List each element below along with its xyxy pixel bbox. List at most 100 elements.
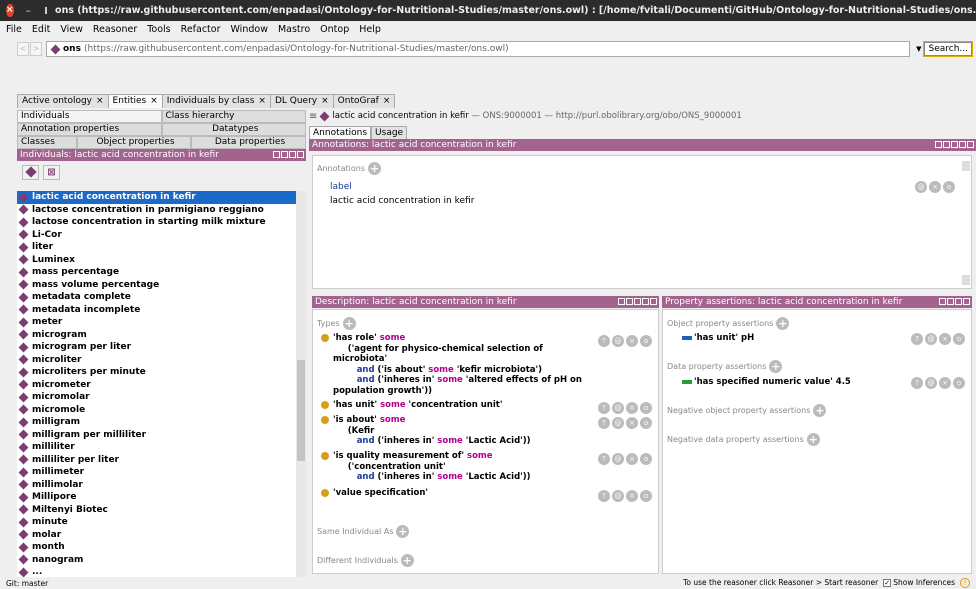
list-item[interactable]: meter: [17, 316, 296, 329]
list-item[interactable]: milliliter: [17, 441, 296, 454]
list-item[interactable]: metadata incomplete: [17, 304, 296, 317]
maximize-button[interactable]: [45, 7, 48, 14]
delete-button[interactable]: ×: [626, 417, 638, 429]
explain-button[interactable]: ?: [911, 377, 923, 389]
type-axiom[interactable]: 'has unit' some 'concentration unit': [321, 400, 502, 411]
menu-window[interactable]: Window: [231, 24, 268, 35]
tab-usage[interactable]: Usage: [371, 126, 408, 139]
delete-button[interactable]: ×: [939, 333, 951, 345]
menu-icon[interactable]: ≡: [309, 111, 317, 122]
list-item[interactable]: microgram per liter: [17, 341, 296, 354]
data-property-assertion[interactable]: 'has specified numeric value' 4.5: [682, 377, 851, 388]
annotate-button[interactable]: @: [612, 453, 624, 465]
annotate-button[interactable]: @: [612, 335, 624, 347]
tab-dl-query[interactable]: DL Query ×: [269, 94, 334, 108]
close-icon[interactable]: ×: [96, 96, 104, 106]
list-item[interactable]: Luminex: [17, 254, 296, 267]
explain-button[interactable]: ?: [598, 335, 610, 347]
delete-button[interactable]: ×: [626, 402, 638, 414]
tab-active-ontology[interactable]: Active ontology ×: [17, 94, 109, 108]
edit-button[interactable]: o: [953, 333, 965, 345]
scroll-thumb[interactable]: [297, 360, 305, 461]
annotate-button[interactable]: @: [925, 377, 937, 389]
explain-button[interactable]: ?: [598, 402, 610, 414]
list-item[interactable]: mass percentage: [17, 266, 296, 279]
add-same-individual-button[interactable]: +: [396, 525, 410, 538]
add-data-property-button[interactable]: +: [769, 360, 783, 373]
list-item[interactable]: Li-Cor: [17, 229, 296, 242]
close-icon[interactable]: ×: [258, 96, 266, 106]
list-item[interactable]: lactic acid concentration in kefir: [17, 191, 296, 204]
list-item[interactable]: millimolar: [17, 479, 296, 492]
add-object-property-button[interactable]: +: [776, 317, 790, 330]
list-item[interactable]: liter: [17, 241, 296, 254]
tab-datatypes[interactable]: Datatypes: [161, 123, 306, 136]
list-item[interactable]: mass volume percentage: [17, 279, 296, 292]
list-item[interactable]: milligram per milliliter: [17, 429, 296, 442]
tab-data-properties[interactable]: Data properties: [191, 136, 306, 149]
close-icon[interactable]: ×: [321, 96, 329, 106]
tab-ontograf[interactable]: OntoGraf ×: [332, 94, 396, 108]
list-item[interactable]: metadata complete: [17, 291, 296, 304]
list-item[interactable]: micrometer: [17, 379, 296, 392]
delete-button[interactable]: ×: [626, 453, 638, 465]
forward-button[interactable]: >: [30, 42, 42, 56]
type-axiom[interactable]: 'is about' some (Kefir and ('inheres in'…: [321, 415, 531, 447]
annotation-property[interactable]: label: [330, 182, 352, 192]
add-different-individual-button[interactable]: +: [400, 554, 414, 567]
annotate-button[interactable]: @: [915, 181, 927, 193]
list-item[interactable]: microliter: [17, 354, 296, 367]
tab-class-hierarchy[interactable]: Class hierarchy: [161, 110, 306, 123]
type-axiom[interactable]: 'has role' some ('agent for physico-chem…: [321, 333, 582, 396]
explain-button[interactable]: ?: [598, 417, 610, 429]
search-button[interactable]: Search...: [924, 42, 972, 56]
list-item[interactable]: milligram: [17, 416, 296, 429]
view-controls[interactable]: [618, 296, 657, 308]
edit-button[interactable]: o: [640, 402, 652, 414]
list-item[interactable]: micromole: [17, 404, 296, 417]
close-icon[interactable]: ×: [383, 96, 391, 106]
list-item[interactable]: Millipore: [17, 491, 296, 504]
menu-edit[interactable]: Edit: [32, 24, 50, 35]
edit-button[interactable]: o: [640, 453, 652, 465]
close-icon[interactable]: ×: [150, 96, 158, 106]
edit-button[interactable]: o: [640, 335, 652, 347]
view-controls[interactable]: [273, 149, 304, 161]
list-item[interactable]: molar: [17, 529, 296, 542]
explain-button[interactable]: ?: [598, 453, 610, 465]
list-item[interactable]: nanogram: [17, 554, 296, 567]
object-property-assertion[interactable]: 'has unit' pH: [682, 333, 754, 344]
add-individual-button[interactable]: [22, 164, 39, 180]
edit-button[interactable]: o: [640, 417, 652, 429]
individuals-list[interactable]: lactic acid concentration in kefir lacto…: [17, 191, 296, 577]
list-item[interactable]: microgram: [17, 329, 296, 342]
list-item[interactable]: lactose concentration in starting milk m…: [17, 216, 296, 229]
scroll-down[interactable]: [962, 275, 970, 285]
tab-individuals-by-class[interactable]: Individuals by class ×: [161, 94, 271, 108]
back-button[interactable]: <: [17, 42, 29, 56]
menu-help[interactable]: Help: [359, 24, 381, 35]
delete-button[interactable]: ×: [929, 181, 941, 193]
menu-reasoner[interactable]: Reasoner: [93, 24, 137, 35]
menu-view[interactable]: View: [60, 24, 83, 35]
list-item[interactable]: ...: [17, 566, 296, 577]
list-item[interactable]: millimeter: [17, 466, 296, 479]
delete-button[interactable]: ×: [939, 377, 951, 389]
view-controls[interactable]: [935, 139, 974, 151]
annotate-button[interactable]: @: [612, 417, 624, 429]
show-inferences-checkbox[interactable]: ✓: [883, 579, 892, 587]
edit-button[interactable]: o: [640, 490, 652, 502]
tab-entities[interactable]: Entities ×: [107, 94, 163, 108]
menu-ontop[interactable]: Ontop: [320, 24, 349, 35]
delete-individual-button[interactable]: ⊠: [43, 164, 60, 180]
ontology-address-bar[interactable]: ons (https://raw.githubusercontent.com/e…: [46, 41, 911, 57]
type-axiom[interactable]: 'value specification': [321, 488, 428, 499]
list-item[interactable]: Miltenyi Biotec: [17, 504, 296, 517]
add-type-button[interactable]: +: [342, 317, 356, 330]
list-item[interactable]: minute: [17, 516, 296, 529]
explain-button[interactable]: ?: [911, 333, 923, 345]
menu-mastro[interactable]: Mastro: [278, 24, 310, 35]
annotate-button[interactable]: @: [612, 402, 624, 414]
delete-button[interactable]: ×: [626, 335, 638, 347]
menu-refactor[interactable]: Refactor: [181, 24, 221, 35]
